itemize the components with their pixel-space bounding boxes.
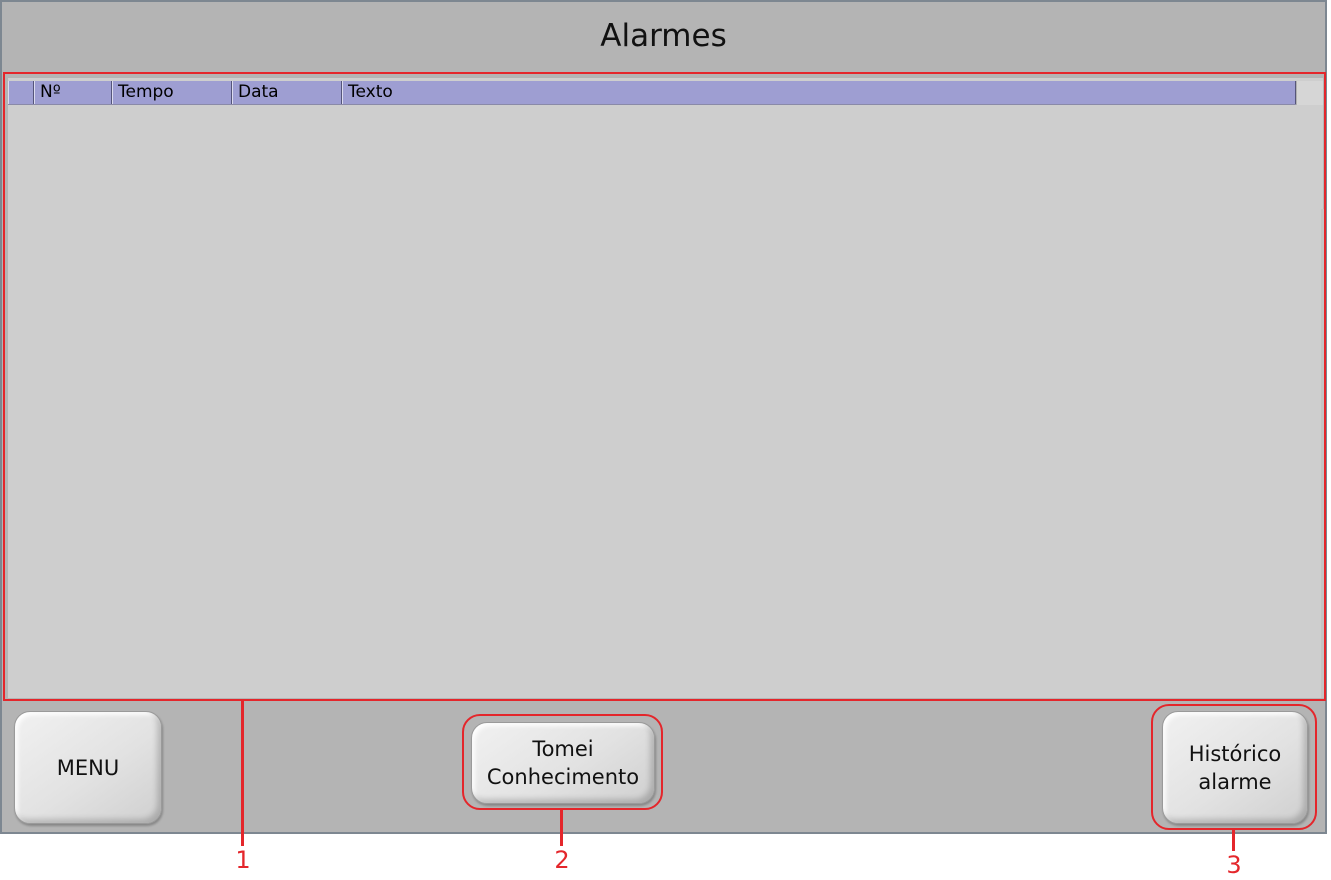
annotation-box-alarm-view xyxy=(3,72,1326,701)
annotation-line-3 xyxy=(1232,830,1235,851)
screen-title: Alarmes xyxy=(600,18,727,54)
annotation-box-acknowledge xyxy=(462,714,663,810)
annotation-label-3: 3 xyxy=(1226,851,1242,879)
annotation-box-history xyxy=(1151,704,1317,830)
menu-button[interactable]: MENU xyxy=(14,711,162,824)
annotation-label-1: 1 xyxy=(235,846,251,874)
annotation-line-1 xyxy=(241,701,244,846)
annotation-line-2 xyxy=(560,810,563,846)
annotation-label-2: 2 xyxy=(554,846,570,874)
menu-button-label: MENU xyxy=(56,755,120,780)
